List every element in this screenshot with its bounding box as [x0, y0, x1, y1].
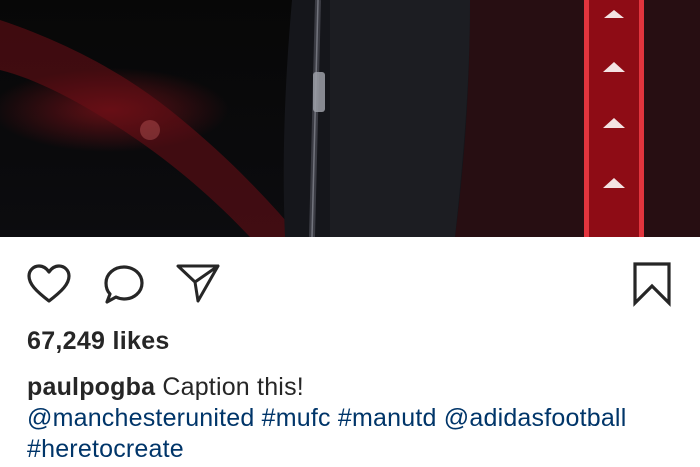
mention-link[interactable]: @manchesterunited: [27, 404, 255, 432]
like-count[interactable]: 67,249 likes: [27, 327, 170, 356]
heart-icon[interactable]: [26, 264, 72, 304]
post-action-bar: [0, 237, 700, 329]
post-photo[interactable]: [0, 0, 700, 237]
comment-bubble-icon[interactable]: [102, 263, 146, 307]
hashtag-link[interactable]: #mufc: [262, 404, 331, 432]
hashtag-link[interactable]: #heretocreate: [27, 435, 184, 463]
paper-plane-icon[interactable]: [175, 262, 221, 304]
caption-text: Caption this!: [162, 373, 304, 401]
caption-username[interactable]: paulpogba: [27, 373, 155, 401]
mention-link[interactable]: @adidasfootball: [444, 404, 627, 432]
bookmark-icon[interactable]: [632, 261, 672, 307]
post-photo-art: [0, 0, 700, 237]
hashtag-link[interactable]: #manutd: [338, 404, 437, 432]
post-caption: paulpogba Caption this! @manchesterunite…: [27, 372, 687, 465]
